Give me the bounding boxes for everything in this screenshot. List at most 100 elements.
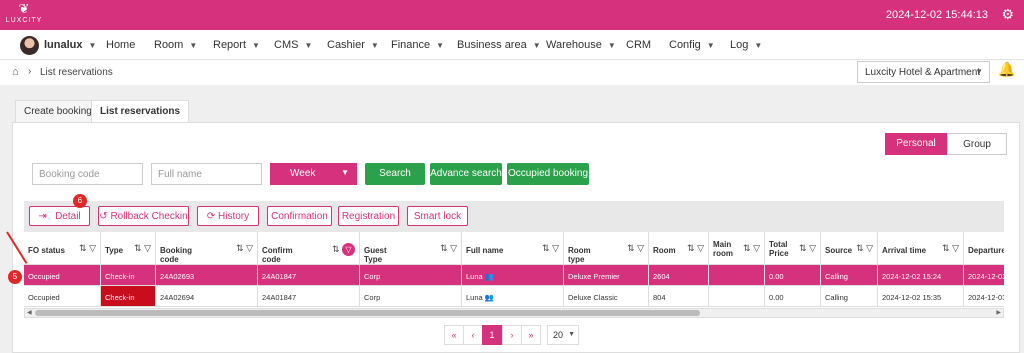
search-button[interactable]: Search xyxy=(365,163,425,185)
nav-log[interactable]: Log ▼ xyxy=(730,39,762,51)
full-name-input[interactable]: Full name xyxy=(151,163,262,185)
cell: 2604 xyxy=(649,265,709,286)
cell: Deluxe Classic xyxy=(564,286,649,307)
gear-icon[interactable]: ⚙ xyxy=(1001,6,1014,23)
registration-button[interactable]: Registration xyxy=(338,206,399,226)
chevron-down-icon: ▼ xyxy=(189,41,198,50)
nav-crm[interactable]: CRM xyxy=(626,39,651,51)
nav-business-area[interactable]: Business area ▼ xyxy=(457,39,541,51)
col-guest-type[interactable]: Guest Type ⇅ ▽ xyxy=(360,232,462,265)
page-last-button[interactable]: » xyxy=(521,325,541,345)
sort-filter-icon[interactable]: ⇅ ▽ xyxy=(743,243,760,254)
detail-button[interactable]: ⇥ Detail xyxy=(29,206,90,226)
sort-filter-icon[interactable]: ⇅ ▽ xyxy=(799,243,816,254)
sort-filter-icon[interactable]: ⇅ ▽ xyxy=(332,243,355,256)
sort-filter-icon[interactable]: ⇅ ▽ xyxy=(236,243,253,254)
sort-filter-icon[interactable]: ⇅ ▽ xyxy=(542,243,559,254)
horizontal-scrollbar[interactable]: ◀ ▶ xyxy=(24,308,1004,318)
logo-mark-icon: ❦ xyxy=(18,1,30,16)
chevron-down-icon: ▼ xyxy=(304,41,313,50)
logo-text: LUXCITY xyxy=(5,17,43,24)
nav-config[interactable]: Config ▼ xyxy=(669,39,715,51)
col-type[interactable]: Type ⇅ ▽ xyxy=(101,232,156,265)
annotation-badge: 6 xyxy=(73,194,87,208)
sort-filter-icon[interactable]: ⇅ ▽ xyxy=(942,243,959,254)
cell xyxy=(709,286,765,307)
reservations-table: FO status ⇅ ▽ Type ⇅ ▽ Booking code ⇅ ▽ Con… xyxy=(24,232,1004,318)
col-source[interactable]: Source ⇅ ▽ xyxy=(821,232,878,265)
chevron-down-icon: ▼ xyxy=(754,41,763,50)
col-room-type[interactable]: Room type ⇅ ▽ xyxy=(564,232,649,265)
period-select[interactable]: Week ▼ xyxy=(270,163,357,185)
logo[interactable]: ❦ LUXCITY xyxy=(4,2,44,28)
advance-search-button[interactable]: Advance search xyxy=(430,163,502,185)
user-menu[interactable]: lunalux ▼ xyxy=(44,39,96,51)
page-size-select[interactable]: 20 ▼ xyxy=(547,325,579,345)
sort-filter-icon[interactable]: ⇅ ▽ xyxy=(687,243,704,254)
cell: Calling xyxy=(821,265,878,286)
cell: 0.00 xyxy=(765,286,821,307)
hotel-select[interactable]: Luxcity Hotel & Apartment ▼ xyxy=(857,61,990,83)
chevron-down-icon: ▼ xyxy=(532,41,541,50)
cell: 24A01847 xyxy=(258,286,360,307)
col-confirm-code[interactable]: Confirm code ⇅ ▽ xyxy=(258,232,360,265)
col-fo-status[interactable]: FO status ⇅ ▽ xyxy=(24,232,101,265)
page-next-button[interactable]: › xyxy=(502,325,522,345)
breadcrumb-current: List reservations xyxy=(40,67,113,78)
nav-cms[interactable]: CMS ▼ xyxy=(274,39,312,51)
group-icon: 👥 xyxy=(484,293,495,302)
col-arrival-time[interactable]: Arrival time ⇅ ▽ xyxy=(878,232,964,265)
chevron-down-icon: ▼ xyxy=(975,67,983,76)
occupied-booking-button[interactable]: Occupied booking xyxy=(507,163,589,185)
cell: Luna 👥 xyxy=(462,265,564,286)
top-bar: ❦ LUXCITY 2024-12-02 15:44:13 ⚙ xyxy=(0,0,1024,30)
chevron-down-icon: ▼ xyxy=(88,41,97,50)
sort-filter-icon[interactable]: ⇅ ▽ xyxy=(627,243,644,254)
nav-warehouse[interactable]: Warehouse ▼ xyxy=(546,39,616,51)
nav-report[interactable]: Report ▼ xyxy=(213,39,260,51)
segment-group[interactable]: Group xyxy=(947,133,1007,155)
page-first-button[interactable]: « xyxy=(444,325,464,345)
nav-room[interactable]: Room ▼ xyxy=(154,39,197,51)
page-current[interactable]: 1 xyxy=(482,325,502,345)
sort-filter-icon[interactable]: ⇅ ▽ xyxy=(79,243,96,254)
exit-icon: ⇥ xyxy=(38,211,47,222)
filter-active-icon[interactable]: ▽ xyxy=(342,243,355,256)
cell: Occupied xyxy=(24,286,101,307)
col-room[interactable]: Room ⇅ ▽ xyxy=(649,232,709,265)
sort-filter-icon[interactable]: ⇅ ▽ xyxy=(440,243,457,254)
col-total-price[interactable]: Total Price ⇅ ▽ xyxy=(765,232,821,265)
scroll-thumb[interactable] xyxy=(35,310,700,316)
smart-lock-button[interactable]: Smart lock xyxy=(407,206,468,226)
cell: 0.00 xyxy=(765,265,821,286)
nav-cashier[interactable]: Cashier ▼ xyxy=(327,39,379,51)
nav-finance[interactable]: Finance ▼ xyxy=(391,39,444,51)
booking-code-input[interactable]: Booking code xyxy=(32,163,143,185)
scroll-right-icon[interactable]: ▶ xyxy=(996,309,1001,316)
nav-home[interactable]: Home xyxy=(106,39,135,51)
home-icon[interactable]: ⌂ xyxy=(12,66,19,78)
rollback-icon: ↺ xyxy=(99,211,108,222)
page-prev-button[interactable]: ‹ xyxy=(463,325,483,345)
sort-filter-icon[interactable]: ⇅ ▽ xyxy=(856,243,873,254)
tab-list-reservations[interactable]: List reservations xyxy=(91,100,190,123)
col-departure-time[interactable]: Departure ti xyxy=(964,232,1004,265)
main-nav: lunalux ▼ Home Room ▼ Report ▼ CMS ▼ Cashier… xyxy=(0,30,1024,60)
col-main-room[interactable]: Main room ⇅ ▽ xyxy=(709,232,765,265)
bell-icon[interactable]: 🔔 xyxy=(998,61,1015,78)
segment-personal[interactable]: Personal xyxy=(885,133,947,155)
cell: Luna 👥 xyxy=(462,286,564,307)
rollback-checkin-button[interactable]: ↺ Rollback Checkin xyxy=(98,206,189,226)
scroll-left-icon[interactable]: ◀ xyxy=(27,309,32,316)
chevron-right-icon: › xyxy=(28,66,32,77)
avatar[interactable] xyxy=(20,36,39,55)
confirmation-button[interactable]: Confirmation xyxy=(267,206,332,226)
chevron-down-icon: ▼ xyxy=(568,331,575,338)
history-button[interactable]: ⟳ History xyxy=(197,206,259,226)
tab-create-booking[interactable]: Create booking xyxy=(15,100,101,122)
cell: 24A02693 xyxy=(156,265,258,286)
sort-filter-icon[interactable]: ⇅ ▽ xyxy=(134,243,151,254)
group-icon: 👥 xyxy=(484,272,495,281)
col-full-name[interactable]: Full name ⇅ ▽ xyxy=(462,232,564,265)
col-booking-code[interactable]: Booking code ⇅ ▽ xyxy=(156,232,258,265)
